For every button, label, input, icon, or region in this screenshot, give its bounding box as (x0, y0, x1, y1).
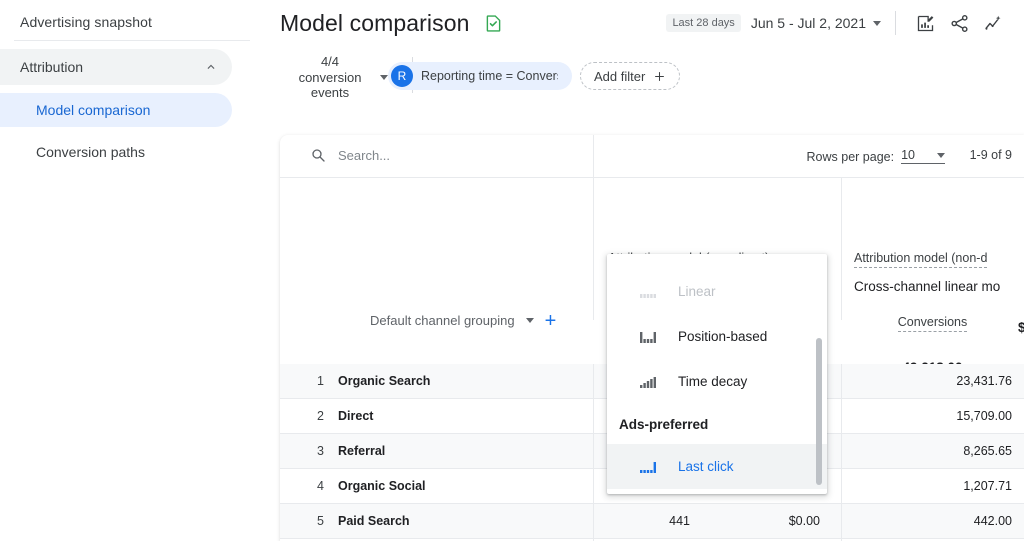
edit-chart-icon[interactable] (910, 8, 940, 38)
dimension-selector: Default channel grouping + (370, 313, 556, 328)
add-dimension-button[interactable]: + (545, 314, 557, 328)
filter-chip-label: Reporting time = Conversio... (421, 69, 558, 83)
conversion-events-label: 4/4 conversion events (286, 54, 374, 101)
sidebar-item-label: Conversion paths (36, 144, 145, 160)
row-label: Organic Search (338, 374, 430, 388)
menu-item-time-decay[interactable]: Time decay (607, 359, 827, 404)
rows-per-page-label: Rows per page: (807, 150, 895, 164)
filter-chip-reporting-time[interactable]: R Reporting time = Conversio... (388, 62, 572, 90)
truncated-revenue-column: $ (1018, 320, 1024, 335)
row-cell-conversions: 15,709.00 (880, 409, 1012, 423)
menu-item-last-click[interactable]: Last click (607, 444, 827, 489)
position-based-bars-icon (640, 330, 656, 344)
date-range-picker[interactable]: Jun 5 - Jul 2, 2021 (751, 15, 881, 31)
column-header-model-2: Attribution model (non-d Cross-channel l… (854, 249, 1000, 294)
time-decay-bars-icon (640, 375, 656, 389)
menu-item-position-based[interactable]: Position-based (607, 314, 827, 359)
attribution-model-dropdown[interactable]: Linear Position-based Time decay (607, 254, 827, 494)
insights-icon[interactable] (978, 8, 1008, 38)
row-label: Paid Search (338, 514, 410, 528)
row-cell-c1: 441 (610, 514, 690, 528)
pagination-count: 1-9 of 9 (970, 148, 1012, 162)
chevron-down-icon (380, 75, 388, 80)
rows-per-page: Rows per page: 10 (807, 148, 945, 164)
menu-item-linear[interactable]: Linear (607, 269, 827, 314)
chevron-down-icon[interactable] (526, 318, 534, 323)
sidebar-item-label: Advertising snapshot (20, 14, 152, 30)
date-badge: Last 28 days (666, 14, 740, 32)
search-input[interactable]: Search... (310, 147, 390, 163)
model-selector-value: Cross-channel linear mo (854, 279, 1000, 294)
sidebar-group-label: Attribution (20, 59, 83, 75)
date-range-label: Jun 5 - Jul 2, 2021 (751, 15, 866, 31)
add-filter-button[interactable]: Add filter (580, 62, 680, 90)
metric-name[interactable]: Conversions (898, 315, 967, 332)
column-divider (593, 364, 594, 541)
plus-icon (653, 70, 666, 83)
document-check-icon[interactable] (483, 13, 504, 34)
sidebar: Advertising snapshot Attribution Model c… (0, 0, 256, 541)
sidebar-item-advertising-snapshot[interactable]: Advertising snapshot (0, 0, 256, 40)
share-icon[interactable] (944, 8, 974, 38)
sidebar-group-attribution[interactable]: Attribution (0, 49, 232, 85)
search-icon (310, 147, 326, 163)
page-title-text: Model comparison (280, 10, 470, 36)
header-divider (895, 11, 896, 35)
conversion-events-line-3: events (286, 85, 374, 101)
model-selector-2[interactable]: Cross-channel linear mo (854, 279, 1000, 294)
sidebar-divider (14, 40, 250, 41)
menu-item-label: Time decay (678, 374, 747, 389)
chevron-down-icon (937, 153, 945, 158)
chevron-up-icon (204, 60, 218, 74)
row-index: 2 (304, 409, 324, 423)
row-index: 3 (304, 444, 324, 458)
row-index: 1 (304, 374, 324, 388)
avatar: R (391, 65, 413, 87)
menu-item-label: Linear (678, 284, 716, 299)
menu-group-label-text: Ads-preferred (619, 417, 708, 432)
page-header: Model comparison Last 28 days Jun 5 - Ju… (256, 0, 1024, 50)
filter-bar: 4/4 conversion events R Reporting time =… (256, 50, 1024, 104)
rows-per-page-value: 10 (901, 148, 915, 162)
sidebar-item-model-comparison[interactable]: Model comparison (0, 93, 232, 127)
sidebar-item-label: Model comparison (36, 102, 150, 118)
chevron-down-icon (873, 21, 881, 26)
row-label: Organic Social (338, 479, 426, 493)
row-cell-conversions: 23,431.76 (880, 374, 1012, 388)
add-filter-label: Add filter (594, 69, 645, 84)
row-index: 4 (304, 479, 324, 493)
app-root: Advertising snapshot Attribution Model c… (0, 0, 1024, 541)
row-label: Direct (338, 409, 373, 423)
rows-per-page-select[interactable]: 10 (901, 148, 945, 164)
table-row[interactable]: 5 Paid Search 441 $0.00 442.00 (280, 504, 1024, 539)
dimension-label[interactable]: Default channel grouping (370, 313, 515, 328)
sidebar-item-conversion-paths[interactable]: Conversion paths (0, 135, 232, 169)
menu-group-label: Ads-preferred (607, 404, 827, 444)
conversion-events-line-2: conversion (286, 70, 374, 86)
row-cell-conversions: 1,207.71 (880, 479, 1012, 493)
conversion-events-selector[interactable]: 4/4 conversion events (286, 54, 396, 101)
row-cell-conversions: 442.00 (880, 514, 1012, 528)
toolbar-divider (593, 135, 594, 178)
search-placeholder: Search... (338, 148, 390, 163)
column-divider (841, 178, 842, 320)
menu-item-label: Position-based (678, 329, 767, 344)
menu-item-label: Last click (678, 459, 734, 474)
page-title: Model comparison (280, 10, 504, 37)
column-divider (841, 364, 842, 541)
column-caption: Attribution model (non-d (854, 251, 987, 268)
conversion-events-line-1: 4/4 (286, 54, 374, 70)
dropdown-scrollbar[interactable] (816, 338, 822, 485)
column-divider (593, 178, 594, 320)
linear-bars-icon (640, 285, 656, 299)
row-cell-c2: $0.00 (710, 514, 820, 528)
table-toolbar: Search... Rows per page: 10 1-9 of 9 (280, 135, 1024, 178)
row-label: Referral (338, 444, 385, 458)
row-index: 5 (304, 514, 324, 528)
row-cell-conversions: 8,265.65 (880, 444, 1012, 458)
last-click-bars-icon (640, 460, 656, 474)
header-controls: Last 28 days Jun 5 - Jul 2, 2021 (666, 8, 1008, 38)
